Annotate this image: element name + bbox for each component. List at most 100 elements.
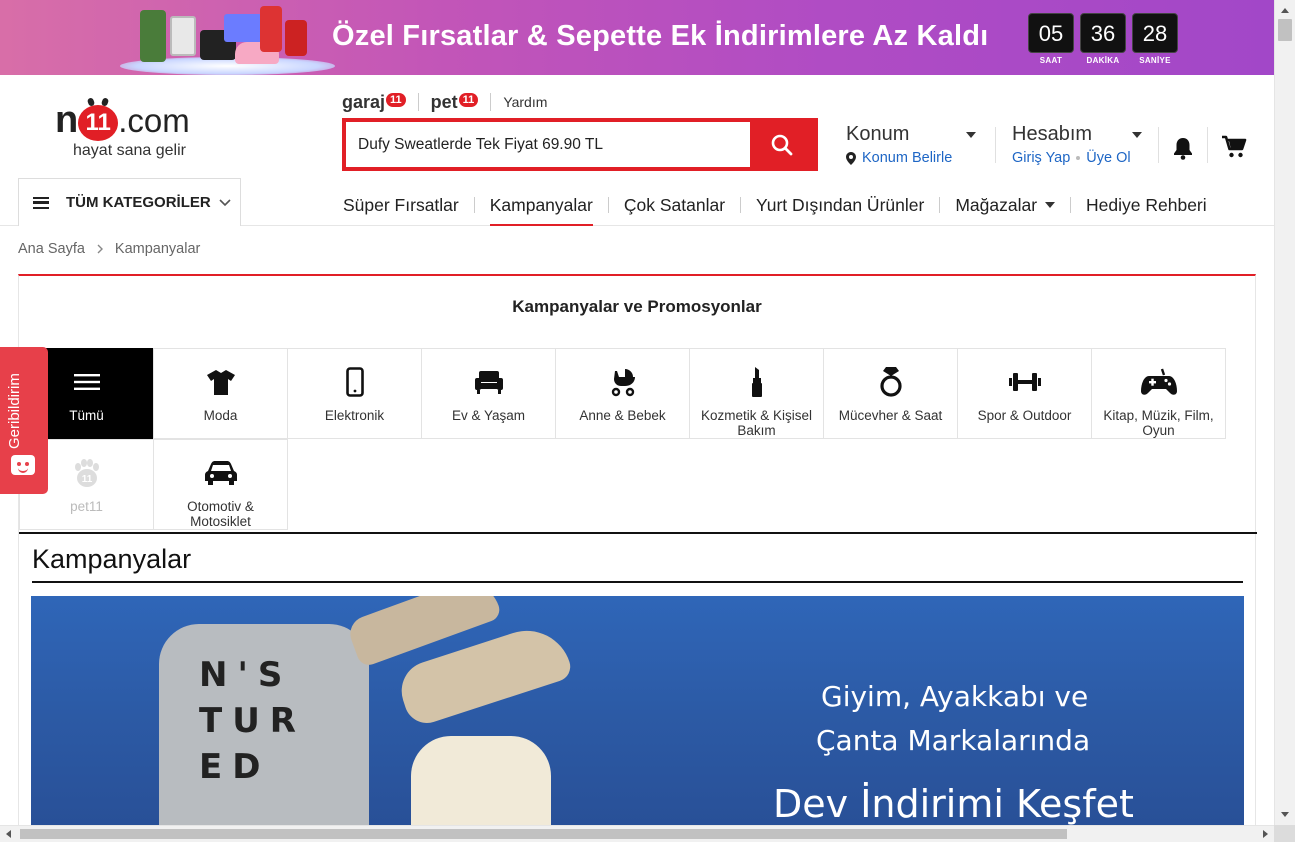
category-label: Ev & Yaşam	[451, 408, 526, 423]
horizontal-scrollbar[interactable]	[0, 825, 1274, 842]
account-menu[interactable]: Hesabım Giriş Yap Üye Ol	[1012, 123, 1142, 166]
scroll-up-arrow-icon[interactable]	[1281, 8, 1289, 13]
category-home-living[interactable]: Ev & Yaşam	[421, 348, 556, 439]
gamepad-icon	[1140, 368, 1177, 395]
garaj-label: garaj	[342, 91, 386, 112]
pet-badge: 11	[458, 93, 479, 107]
logo-com: .com	[118, 102, 190, 139]
category-electronics[interactable]: Elektronik	[287, 348, 422, 439]
bell-icon	[1174, 138, 1192, 160]
category-jewelry-watches[interactable]: Mücevher & Saat	[823, 348, 958, 439]
nav-stores-label: Mağazalar	[955, 194, 1038, 215]
breadcrumb-home[interactable]: Ana Sayfa	[18, 241, 85, 257]
scrollbar-thumb[interactable]	[1278, 19, 1292, 41]
armchair-icon	[474, 371, 503, 394]
account-title-row: Hesabım	[1012, 123, 1142, 146]
category-label: Mücevher & Saat	[838, 408, 943, 423]
all-categories-button[interactable]: TÜM KATEGORİLER	[18, 178, 241, 226]
notifications-button[interactable]	[1172, 136, 1194, 165]
divider	[939, 197, 941, 213]
search-bar	[342, 118, 818, 171]
scroll-down-arrow-icon[interactable]	[1281, 812, 1289, 817]
smiley-chat-icon	[11, 455, 35, 475]
login-link[interactable]: Giriş Yap	[1012, 150, 1070, 166]
divider	[490, 93, 492, 111]
category-label: Kozmetik & Kişisel Bakım	[700, 408, 813, 438]
tshirt-icon	[206, 370, 235, 395]
nav-stores[interactable]: Mağazalar	[955, 194, 1056, 216]
garaj-badge: 11	[386, 93, 406, 107]
nav-gift-guide[interactable]: Hediye Rehberi	[1086, 195, 1207, 216]
scroll-left-arrow-icon[interactable]	[6, 830, 11, 838]
account-links: Giriş Yap Üye Ol	[1012, 150, 1142, 166]
chevron-right-icon	[97, 244, 103, 254]
search-icon	[771, 134, 793, 155]
nav-super-deals[interactable]: Süper Fırsatlar	[343, 195, 459, 216]
category-cosmetics[interactable]: Kozmetik & Kişisel Bakım	[689, 348, 824, 439]
sub-links: garaj 11 pet 11 Yardım	[342, 91, 547, 113]
logo-wordmark: n 11 .com	[55, 99, 215, 141]
banner-line-3: Dev İndirimi Keşfet	[773, 782, 1134, 826]
category-fashion[interactable]: Moda	[153, 348, 288, 439]
menu-icon	[33, 196, 49, 209]
banner-line-2: Çanta Markalarında	[816, 724, 1091, 757]
main-nav: Süper Fırsatlar Kampanyalar Çok Satanlar…	[343, 193, 1207, 226]
set-location-link[interactable]: Konum Belirle	[862, 150, 952, 166]
nav-imported-products[interactable]: Yurt Dışından Ürünler	[756, 195, 924, 216]
campaign-banner[interactable]: N'S TURED Giyim, Ayakkabı ve Çanta Marka…	[31, 596, 1244, 836]
nav-campaigns[interactable]: Kampanyalar	[489, 195, 593, 226]
caret-down-icon	[1132, 131, 1142, 138]
breadcrumb-current: Kampanyalar	[114, 241, 201, 257]
category-label: Elektronik	[324, 408, 385, 423]
pet11-link[interactable]: pet 11	[431, 92, 479, 113]
dot-separator	[1076, 156, 1081, 160]
campaigns-content: Kampanyalar ve Promosyonlar Tümü Moda El…	[18, 274, 1257, 836]
category-books-music-film-games[interactable]: Kitap, Müzik, Film, Oyun	[1091, 348, 1226, 439]
register-link[interactable]: Üye Ol	[1086, 150, 1130, 166]
category-mother-baby[interactable]: Anne & Bebek	[555, 348, 690, 439]
all-categories-label: TÜM KATEGORİLER	[66, 194, 211, 211]
logo-n: n	[55, 99, 79, 141]
site-logo[interactable]: n 11 .com hayat sana gelir	[55, 99, 215, 160]
dumbbell-icon	[1008, 373, 1041, 391]
car-icon	[204, 461, 237, 485]
feedback-label: Geribildirim	[6, 373, 23, 449]
nav-best-sellers[interactable]: Çok Satanlar	[624, 195, 725, 216]
map-pin-icon	[846, 151, 856, 165]
countdown-minutes: 36 DAKİKA	[1080, 13, 1126, 65]
divider	[995, 127, 996, 163]
svg-text:11: 11	[81, 474, 92, 485]
divider	[473, 197, 475, 213]
countdown-seconds-label: SANİYE	[1139, 56, 1171, 65]
caret-down-icon	[966, 131, 976, 138]
feedback-tab[interactable]: Geribildirim	[0, 347, 48, 494]
banner-line-1: Giyim, Ayakkabı ve	[821, 680, 1089, 713]
location-selector[interactable]: Konum Konum Belirle	[846, 123, 976, 166]
search-input[interactable]	[346, 122, 750, 167]
stroller-icon	[611, 369, 635, 397]
divider	[607, 197, 609, 213]
countdown-timer: 05 SAAT 36 DAKİKA 28 SANİYE	[1028, 13, 1178, 65]
divider	[1158, 127, 1159, 163]
lipstick-icon	[751, 367, 762, 397]
divider	[32, 581, 1243, 583]
campaigns-heading: Kampanyalar	[32, 544, 192, 574]
help-link[interactable]: Yardım	[503, 94, 547, 110]
divider	[1207, 127, 1208, 163]
divider	[740, 197, 742, 213]
pet-label: pet	[430, 91, 458, 112]
search-button[interactable]	[750, 122, 814, 167]
category-sports-outdoor[interactable]: Spor & Outdoor	[957, 348, 1092, 439]
category-label: Tümü	[69, 408, 104, 423]
cart-icon	[1222, 135, 1247, 158]
category-automotive[interactable]: Otomotiv & Motosiklet	[153, 439, 288, 530]
logo-ladybug-11: 11	[78, 105, 119, 141]
location-action-row: Konum Belirle	[846, 150, 976, 166]
garaj11-link[interactable]: garaj 11	[342, 92, 406, 113]
logo-slogan: hayat sana gelir	[73, 142, 186, 159]
promo-banner[interactable]: Özel Fırsatlar & Sepette Ek İndirimlere …	[0, 0, 1274, 75]
cart-button[interactable]	[1221, 135, 1247, 164]
vertical-scrollbar[interactable]	[1274, 0, 1295, 825]
scrollbar-thumb[interactable]	[20, 829, 1067, 839]
scroll-right-arrow-icon[interactable]	[1263, 830, 1268, 838]
